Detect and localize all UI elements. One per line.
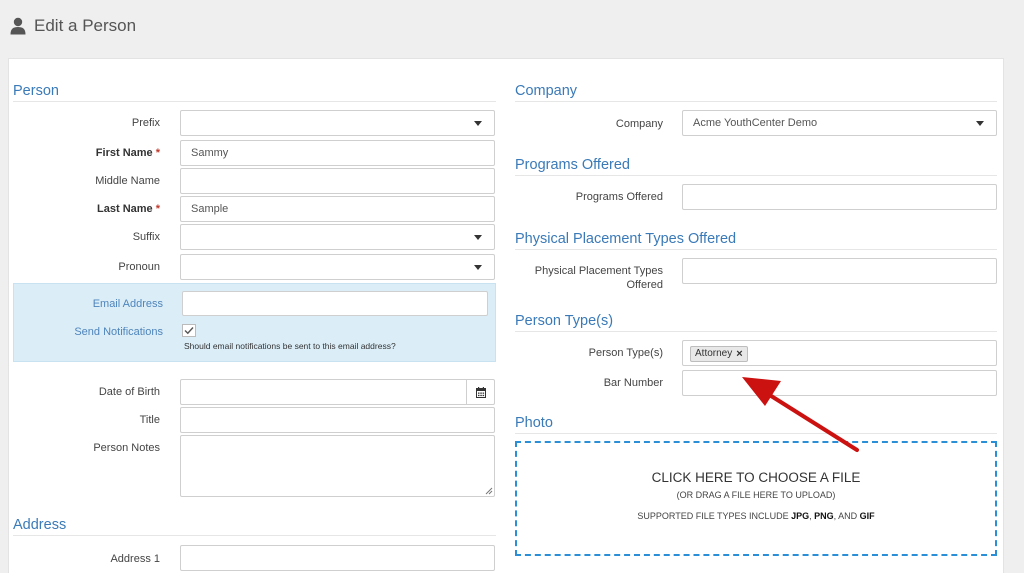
placement-types-input[interactable]: [682, 258, 997, 284]
drag-file-text: (OR DRAG A FILE HERE TO UPLOAD): [676, 490, 836, 500]
email-input[interactable]: [182, 291, 488, 316]
caret-down-icon: [474, 235, 482, 240]
first-name-input[interactable]: Sammy: [180, 140, 495, 166]
company-select[interactable]: Acme YouthCenter Demo: [682, 110, 997, 136]
section-title-address: Address: [13, 514, 496, 536]
company-label: Company: [615, 118, 663, 130]
person-type-tag: Attorney ×: [690, 346, 748, 362]
page-title: Edit a Person: [34, 16, 137, 35]
resize-grip-icon[interactable]: [485, 487, 493, 495]
calendar-icon: [475, 386, 486, 398]
company-value: Acme YouthCenter Demo: [693, 117, 818, 129]
section-title-person: Person: [13, 80, 496, 102]
programs-offered-label: Programs Offered: [575, 191, 663, 203]
middle-name-label: Middle Name: [95, 175, 160, 187]
required-marker: *: [155, 203, 160, 215]
middle-name-input[interactable]: [180, 168, 495, 194]
person-types-label: Person Type(s): [588, 347, 663, 359]
first-name-label-text: First Name: [95, 147, 153, 159]
last-name-label: Last Name *: [20, 202, 160, 216]
send-notifications-label: Send Notifications: [74, 326, 163, 338]
last-name-input[interactable]: Sample: [180, 196, 495, 222]
person-types-input[interactable]: Attorney ×: [682, 340, 997, 366]
placement-types-label: Physical Placement Types Offered: [534, 265, 663, 291]
dob-label: Date of Birth: [98, 386, 160, 398]
section-title-photo: Photo: [515, 412, 997, 434]
suffix-select[interactable]: [180, 224, 495, 250]
user-icon: [10, 17, 26, 35]
remove-tag-icon[interactable]: ×: [736, 347, 742, 361]
choose-file-text: CLICK HERE TO CHOOSE A FILE: [651, 470, 861, 485]
page-header: Edit a Person: [10, 14, 136, 38]
send-notifications-checkbox[interactable]: [182, 324, 196, 337]
types-sep: , AND: [833, 511, 860, 521]
required-marker: *: [155, 147, 160, 159]
section-title-person-types: Person Type(s): [515, 310, 997, 332]
title-input[interactable]: [180, 407, 495, 433]
caret-down-icon: [976, 121, 984, 126]
person-notes-label: Person Notes: [93, 442, 160, 454]
prefix-select[interactable]: [180, 110, 495, 136]
bar-number-input[interactable]: [682, 370, 997, 396]
type-jpg: JPG: [791, 511, 810, 521]
title-label: Title: [139, 414, 160, 426]
pronoun-label: Pronoun: [118, 261, 160, 273]
section-title-programs: Programs Offered: [515, 154, 997, 176]
email-label: Email Address: [92, 298, 163, 310]
notifications-help-text: Should email notifications be sent to th…: [184, 341, 396, 351]
bar-number-label: Bar Number: [603, 377, 663, 389]
dob-input[interactable]: [180, 379, 495, 405]
pronoun-select[interactable]: [180, 254, 495, 280]
type-png: PNG: [814, 511, 834, 521]
person-notes-textarea[interactable]: [180, 435, 495, 497]
first-name-label: First Name *: [20, 146, 160, 160]
section-title-company: Company: [515, 80, 997, 102]
checkmark-icon: [184, 327, 194, 335]
caret-down-icon: [474, 265, 482, 270]
photo-dropzone[interactable]: CLICK HERE TO CHOOSE A FILE (OR DRAG A F…: [515, 441, 997, 556]
last-name-label-text: Last Name: [97, 203, 153, 215]
prefix-label: Prefix: [131, 117, 160, 129]
caret-down-icon: [474, 121, 482, 126]
programs-offered-input[interactable]: [682, 184, 997, 210]
supported-types-text: SUPPORTED FILE TYPES INCLUDE JPG, PNG, A…: [517, 511, 995, 521]
calendar-button[interactable]: [466, 380, 494, 404]
suffix-label: Suffix: [132, 231, 160, 243]
address1-label: Address 1: [110, 553, 160, 565]
address1-input[interactable]: [180, 545, 495, 571]
tag-label: Attorney: [695, 348, 733, 359]
section-title-placement: Physical Placement Types Offered: [515, 228, 997, 250]
type-gif: GIF: [859, 511, 875, 521]
types-prefix: SUPPORTED FILE TYPES INCLUDE: [637, 511, 792, 521]
